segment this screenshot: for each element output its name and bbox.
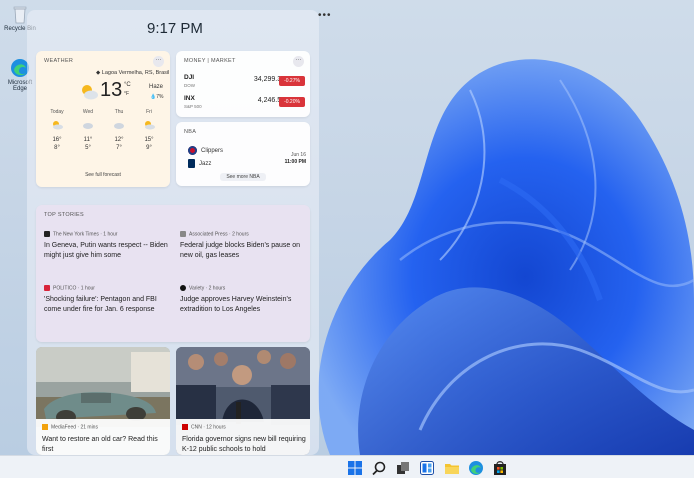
- market-more-button[interactable]: ···: [293, 56, 304, 67]
- team-row[interactable]: Clippers: [188, 146, 223, 155]
- edge-icon[interactable]: [468, 460, 484, 476]
- market-title: MONEY | MARKET: [184, 58, 236, 64]
- stock-symbol[interactable]: INX: [184, 95, 195, 102]
- variety-logo-icon: [180, 285, 186, 291]
- stock-value: 34,299.33: [253, 76, 285, 83]
- forecast-day[interactable]: Fri 15° 9°: [137, 109, 161, 151]
- politico-logo-icon: [44, 285, 50, 291]
- precipitation-value: 7%: [156, 94, 164, 100]
- news-card-florida-governor[interactable]: CNN · 12 hours Florida governor signs ne…: [176, 347, 310, 455]
- jazz-logo-icon: [188, 159, 195, 168]
- game-time: 11:00 PM: [284, 159, 306, 165]
- top-stories-title: TOP STORIES: [44, 212, 84, 218]
- cnn-logo-icon: [182, 424, 188, 430]
- clippers-logo-icon: [188, 146, 197, 155]
- story-source-text: Variety · 2 hours: [189, 285, 226, 292]
- weather-title: WEATHER: [44, 58, 74, 64]
- widgets-icon[interactable]: [419, 460, 435, 476]
- story-headline-link[interactable]: Florida governor signs new bill requirin…: [182, 435, 308, 455]
- stock-value: 4,246.59: [257, 97, 285, 104]
- forecast-day-label: Wed: [82, 109, 94, 115]
- taskbar: [0, 455, 694, 478]
- forecast-high: 16°: [52, 137, 62, 143]
- story-headline-link[interactable]: 'Shocking failure': Pentagon and FBI com…: [44, 295, 174, 315]
- story-headline-link[interactable]: In Geneva, Putin wants respect -- Biden …: [44, 241, 174, 261]
- forecast-low: 5°: [85, 145, 91, 151]
- story-source: The New York Times · 1 hour: [44, 231, 117, 237]
- weather-more-button[interactable]: ···: [153, 56, 164, 67]
- cloudy-icon: [83, 123, 93, 129]
- recycle-bin-icon: [13, 6, 27, 24]
- partly-sunny-icon: [145, 121, 155, 130]
- search-icon[interactable]: [371, 460, 387, 476]
- partly-cloudy-icon: [53, 121, 63, 130]
- nba-title: NBA: [184, 129, 197, 135]
- forecast-day[interactable]: Thu 12° 7°: [107, 109, 131, 151]
- story-source-text: The New York Times · 1 hour: [53, 231, 118, 238]
- story-headline-link[interactable]: Want to restore an old car? Read this fi…: [42, 435, 168, 455]
- stock-name: DOW: [184, 83, 195, 88]
- see-more-nba-label: See more NBA: [220, 173, 266, 181]
- file-explorer-icon[interactable]: [444, 460, 460, 476]
- forecast-low: 8°: [54, 145, 60, 151]
- forecast-high: 15°: [144, 137, 154, 143]
- stock-symbol[interactable]: DJI: [184, 74, 194, 81]
- see-more-nba-link[interactable]: See more NBA: [176, 173, 310, 181]
- weather-condition: Haze: [149, 84, 164, 90]
- weather-location-text: Lagoa Vermelha, RS, Brasil: [101, 70, 170, 76]
- team-name: Jazz: [199, 161, 212, 168]
- unit-fahrenheit-toggle[interactable]: °F: [124, 91, 129, 97]
- story-source: POLITICO · 1 hour: [44, 285, 95, 291]
- story-source-text: POLITICO · 1 hour: [53, 285, 95, 292]
- see-full-forecast-link[interactable]: See full forecast: [36, 172, 170, 178]
- story-source-text: MediaFeed · 21 mins: [51, 424, 98, 431]
- task-view-icon[interactable]: [395, 460, 411, 476]
- forecast-day-label: Thu: [114, 109, 124, 115]
- news-card-old-car[interactable]: MediaFeed · 21 mins Want to restore an o…: [36, 347, 170, 455]
- partly-sunny-icon: [82, 85, 98, 100]
- story-source: CNN · 12 hours: [182, 424, 226, 430]
- ap-logo-icon: [180, 231, 186, 237]
- cloudy-icon: [114, 123, 124, 129]
- story-source: Variety · 2 hours: [180, 285, 225, 291]
- widgets-clock: 9:17 PM: [147, 20, 203, 37]
- forecast-low: 7°: [116, 145, 122, 151]
- team-row[interactable]: Jazz: [188, 159, 211, 168]
- weather-temperature: 13: [100, 79, 123, 101]
- forecast-high: 11°: [83, 137, 93, 143]
- team-name: Clippers: [201, 148, 224, 155]
- weather-location: ◆ Lagoa Vermelha, RS, Brasil: [96, 70, 169, 76]
- forecast-day[interactable]: Wed 11° 5°: [76, 109, 100, 151]
- store-icon[interactable]: [492, 460, 508, 476]
- forecast-day-label: Today: [50, 109, 64, 115]
- weather-widget[interactable]: WEATHER ··· ◆ Lagoa Vermelha, RS, Brasil…: [36, 51, 170, 187]
- story-source: Associated Press · 2 hours: [180, 231, 249, 237]
- story-source-text: Associated Press · 2 hours: [189, 231, 249, 238]
- market-widget[interactable]: MONEY | MARKET ··· DJI DOW 34,299.33 -0.…: [176, 51, 310, 117]
- forecast-day-label: Fri: [146, 109, 152, 115]
- stock-change-badge: -0.27%: [279, 76, 305, 86]
- weather-precipitation: 💧7%: [150, 94, 163, 100]
- nba-widget[interactable]: NBA Clippers Jazz Jun 16 11:00 PM See mo…: [176, 122, 310, 186]
- top-stories-widget[interactable]: TOP STORIES The New York Times · 1 hour …: [36, 205, 310, 342]
- unit-celsius-toggle[interactable]: °C: [124, 82, 131, 88]
- forecast-low: 9°: [146, 145, 152, 151]
- nyt-logo-icon: [44, 231, 50, 237]
- story-headline-link[interactable]: Federal judge blocks Biden's pause on ne…: [180, 241, 310, 261]
- start-icon[interactable]: [347, 460, 363, 476]
- widgets-menu-button[interactable]: •••: [318, 10, 332, 21]
- stock-name: S&P 500: [184, 104, 202, 109]
- mediafeed-logo-icon: [42, 424, 48, 430]
- story-source-text: CNN · 12 hours: [191, 424, 226, 431]
- forecast-day[interactable]: Today 16° 8°: [45, 109, 69, 151]
- forecast-high: 12°: [114, 137, 124, 143]
- story-source: MediaFeed · 21 mins: [42, 424, 98, 430]
- story-headline-link[interactable]: Judge approves Harvey Weinstein's extrad…: [180, 295, 310, 315]
- game-date: Jun 16: [290, 152, 306, 158]
- stock-change-badge: -0.20%: [279, 97, 305, 107]
